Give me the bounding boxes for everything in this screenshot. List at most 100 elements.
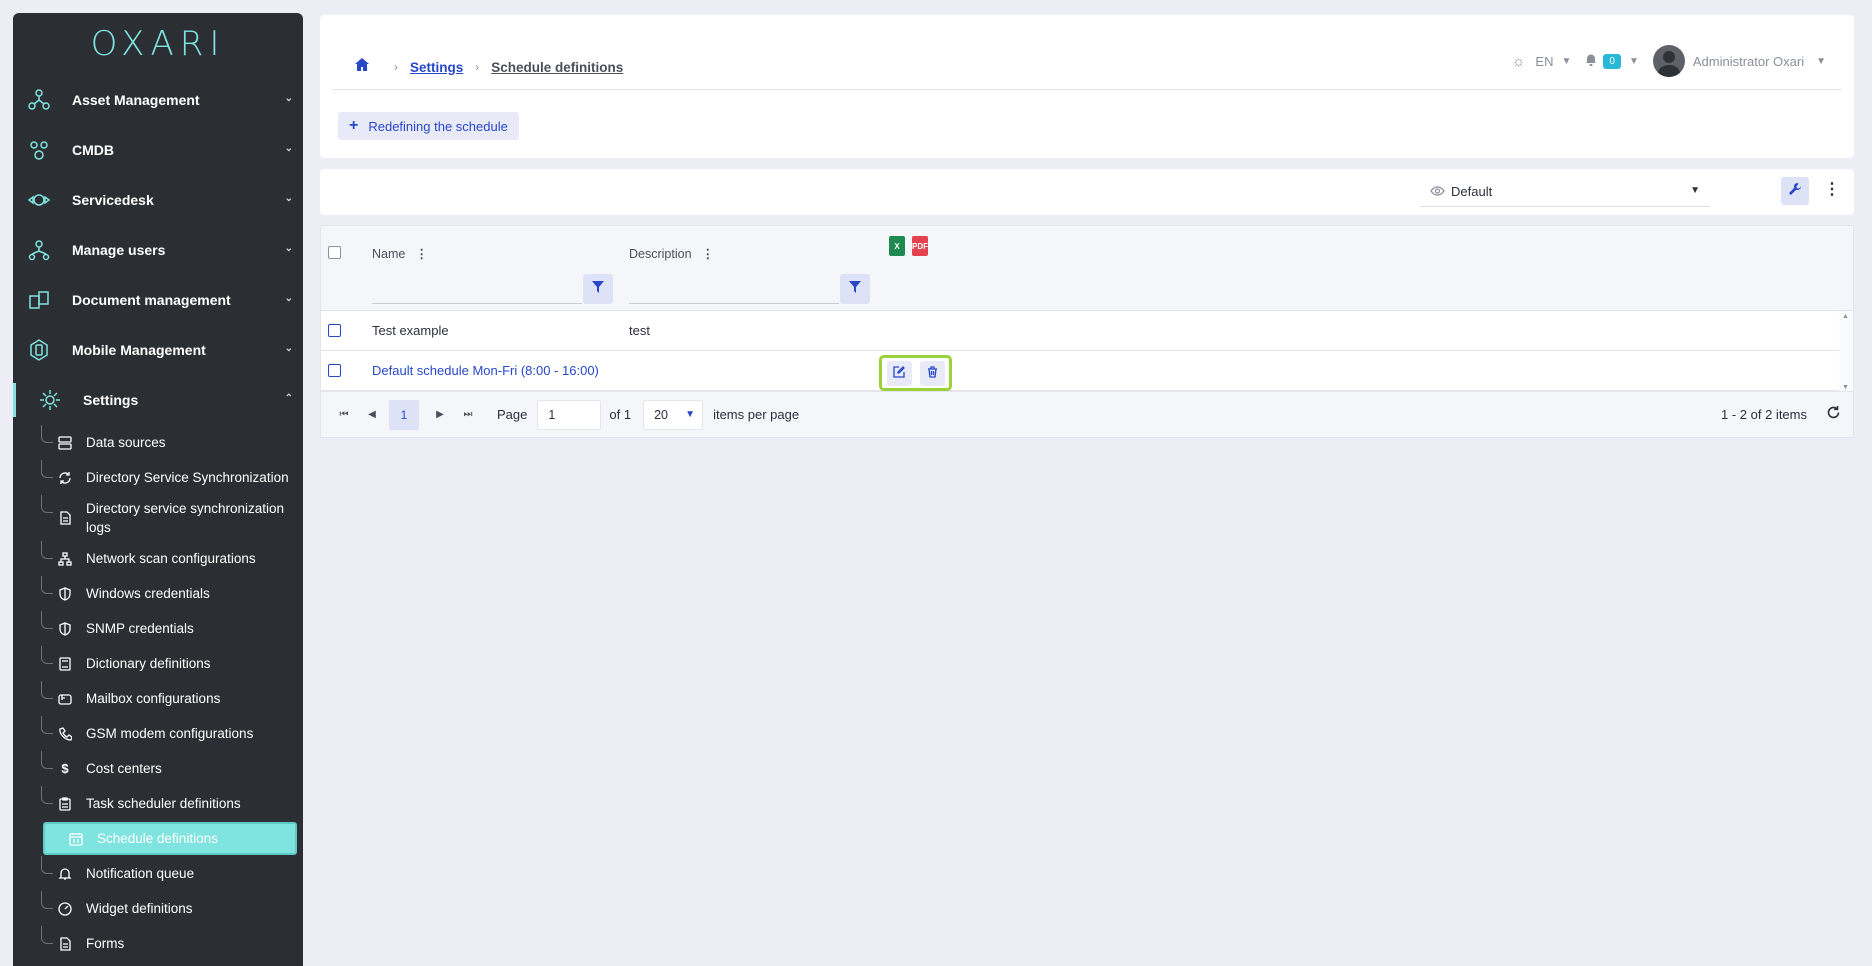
mailbox-icon bbox=[58, 692, 72, 706]
oxari-logo[interactable]: OXARI bbox=[13, 13, 303, 75]
last-page-icon[interactable]: ⏭ bbox=[457, 409, 479, 420]
select-all-checkbox[interactable] bbox=[328, 246, 341, 259]
sidebar-item-manage-users[interactable]: Manage users ⌄ bbox=[13, 225, 303, 275]
grid-settings-button[interactable] bbox=[1781, 177, 1809, 205]
sidebar-item-asset-management[interactable]: Asset Management ⌄ bbox=[13, 75, 303, 125]
view-selector[interactable]: Default ▼ bbox=[1420, 177, 1710, 207]
sidebar-item-gsm-modem[interactable]: GSM modem configurations bbox=[13, 716, 303, 751]
clipboard-icon bbox=[58, 796, 72, 811]
chevron-down-icon: ⌄ bbox=[284, 93, 293, 104]
sync-icon bbox=[58, 471, 72, 485]
row-name[interactable]: Default schedule Mon-Fri (8:00 - 16:00) bbox=[372, 363, 599, 378]
sidebar-item-directory-sync[interactable]: Directory Service Synchronization bbox=[13, 460, 303, 495]
caret-down-icon[interactable]: ▼ bbox=[1561, 56, 1571, 67]
column-label: Description bbox=[629, 246, 692, 261]
column-menu-icon[interactable]: ⋮ bbox=[415, 246, 428, 261]
sidebar-item-servicedesk[interactable]: Servicedesk ⌄ bbox=[13, 175, 303, 225]
scroll-up-icon[interactable]: ▲ bbox=[1842, 313, 1849, 320]
breadcrumb-current[interactable]: Schedule definitions bbox=[491, 60, 623, 75]
page-label: Page bbox=[497, 407, 528, 422]
more-options-icon[interactable]: ⋮ bbox=[1824, 179, 1840, 199]
table-row[interactable]: Default schedule Mon-Fri (8:00 - 16:00) bbox=[321, 351, 1839, 391]
dollar-icon: $ bbox=[61, 761, 69, 776]
theme-toggle-icon[interactable]: ☼ bbox=[1512, 53, 1526, 70]
row-checkbox[interactable] bbox=[328, 324, 341, 337]
next-page-icon[interactable]: ▶ bbox=[429, 409, 451, 420]
caret-down-icon[interactable]: ▼ bbox=[1629, 56, 1639, 67]
page-number-input[interactable]: 1 bbox=[537, 399, 602, 430]
sidebar-item-document-management[interactable]: Document management ⌄ bbox=[13, 275, 303, 325]
sidebar-item-forms[interactable]: Forms bbox=[13, 926, 303, 961]
export-excel-icon[interactable]: X bbox=[889, 236, 905, 256]
asset-management-icon bbox=[26, 87, 52, 113]
scroll-down-icon[interactable]: ▼ bbox=[1842, 384, 1849, 391]
export-pdf-icon[interactable]: PDF bbox=[912, 236, 928, 256]
grid-toolbar: Default ▼ ⋮ bbox=[320, 169, 1854, 215]
sidebar-item-mobile-management[interactable]: Mobile Management ⌄ bbox=[13, 325, 303, 375]
sidebar-item-label: Data sources bbox=[86, 435, 166, 450]
row-checkbox[interactable] bbox=[328, 364, 341, 377]
sidebar-item-schedule-definitions[interactable]: Schedule definitions bbox=[43, 822, 297, 855]
wrench-icon bbox=[1788, 182, 1802, 201]
description-filter-input[interactable] bbox=[629, 274, 839, 304]
sidebar-item-label: Mobile Management bbox=[72, 342, 206, 358]
sidebar-item-widget-definitions[interactable]: Widget definitions bbox=[13, 891, 303, 926]
avatar[interactable] bbox=[1652, 45, 1685, 77]
edit-button[interactable] bbox=[886, 360, 912, 386]
sidebar-item-settings[interactable]: Settings ⌃ bbox=[13, 375, 303, 425]
sidebar-item-mailbox-configurations[interactable]: Mailbox configurations bbox=[13, 681, 303, 716]
name-filter-input[interactable] bbox=[372, 274, 582, 304]
language-selector[interactable]: EN bbox=[1535, 54, 1553, 69]
sidebar-item-snmp-credentials[interactable]: SNMP credentials bbox=[13, 611, 303, 646]
table-row[interactable]: Test example test bbox=[321, 311, 1839, 351]
row-actions-highlight bbox=[879, 355, 952, 391]
current-page-button[interactable]: 1 bbox=[389, 399, 419, 430]
notification-count-badge[interactable]: 0 bbox=[1603, 53, 1621, 69]
sidebar-item-label: Directory Service Synchronization bbox=[86, 470, 289, 485]
column-header-name[interactable]: Name ⋮ bbox=[372, 246, 428, 262]
page-size-select[interactable]: 20 ▼ bbox=[643, 399, 704, 430]
home-icon[interactable] bbox=[354, 57, 370, 77]
breadcrumb-settings-link[interactable]: Settings bbox=[410, 60, 463, 75]
shield-icon bbox=[58, 621, 72, 636]
column-header-description[interactable]: Description ⋮ bbox=[629, 246, 715, 262]
chevron-down-icon: ⌄ bbox=[284, 143, 293, 154]
delete-button[interactable] bbox=[919, 360, 945, 386]
prev-page-icon[interactable]: ◀ bbox=[361, 409, 383, 420]
sidebar-item-directory-sync-logs[interactable]: Directory service synchronization logs bbox=[13, 495, 303, 541]
network-icon bbox=[58, 551, 72, 566]
sidebar-item-data-sources[interactable]: Data sources bbox=[13, 425, 303, 460]
grid-scrollbar[interactable]: ▲ ▼ bbox=[1839, 311, 1853, 393]
sidebar-item-cost-centers[interactable]: $ Cost centers bbox=[13, 751, 303, 786]
page-header: › Settings › Schedule definitions ☼ EN ▼… bbox=[320, 15, 1854, 158]
refresh-icon[interactable] bbox=[1826, 405, 1841, 425]
caret-down-icon[interactable]: ▼ bbox=[1816, 56, 1826, 67]
column-menu-icon[interactable]: ⋮ bbox=[702, 246, 715, 261]
sidebar-item-network-scan[interactable]: Network scan configurations bbox=[13, 541, 303, 576]
grid-header: Name ⋮ Description ⋮ X PDF bbox=[321, 226, 1853, 311]
sidebar-item-windows-credentials[interactable]: Windows credentials bbox=[13, 576, 303, 611]
name-filter-button[interactable] bbox=[583, 274, 613, 304]
description-filter-button[interactable] bbox=[840, 274, 870, 304]
notifications-bell-icon[interactable] bbox=[1585, 53, 1597, 69]
mobile-management-icon bbox=[26, 337, 52, 363]
redefine-schedule-button[interactable]: + Redefining the schedule bbox=[338, 112, 519, 140]
sidebar-item-notification-queue[interactable]: Notification queue bbox=[13, 856, 303, 891]
document-management-icon bbox=[26, 287, 52, 313]
page-size-value: 20 bbox=[654, 407, 668, 422]
form-icon bbox=[58, 936, 72, 951]
cmdb-icon bbox=[26, 137, 52, 163]
sidebar-item-task-scheduler[interactable]: Task scheduler definitions bbox=[13, 786, 303, 821]
first-page-icon[interactable]: ⏮ bbox=[333, 409, 355, 420]
button-label: Redefining the schedule bbox=[368, 118, 508, 134]
sidebar-item-dictionary-definitions[interactable]: Dictionary definitions bbox=[13, 646, 303, 681]
sidebar-item-label: SNMP credentials bbox=[86, 621, 194, 636]
user-name[interactable]: Administrator Oxari bbox=[1693, 54, 1804, 69]
chevron-down-icon: ⌄ bbox=[284, 193, 293, 204]
sidebar-item-label: Notification queue bbox=[86, 866, 195, 881]
servicedesk-icon bbox=[26, 187, 52, 213]
sidebar-item-label: Directory service synchronization logs bbox=[86, 501, 285, 535]
sidebar-item-cmdb[interactable]: CMDB ⌄ bbox=[13, 125, 303, 175]
schedule-definitions-grid: Name ⋮ Description ⋮ X PDF Test example … bbox=[320, 225, 1854, 438]
sidebar-item-label: Network scan configurations bbox=[86, 551, 256, 566]
